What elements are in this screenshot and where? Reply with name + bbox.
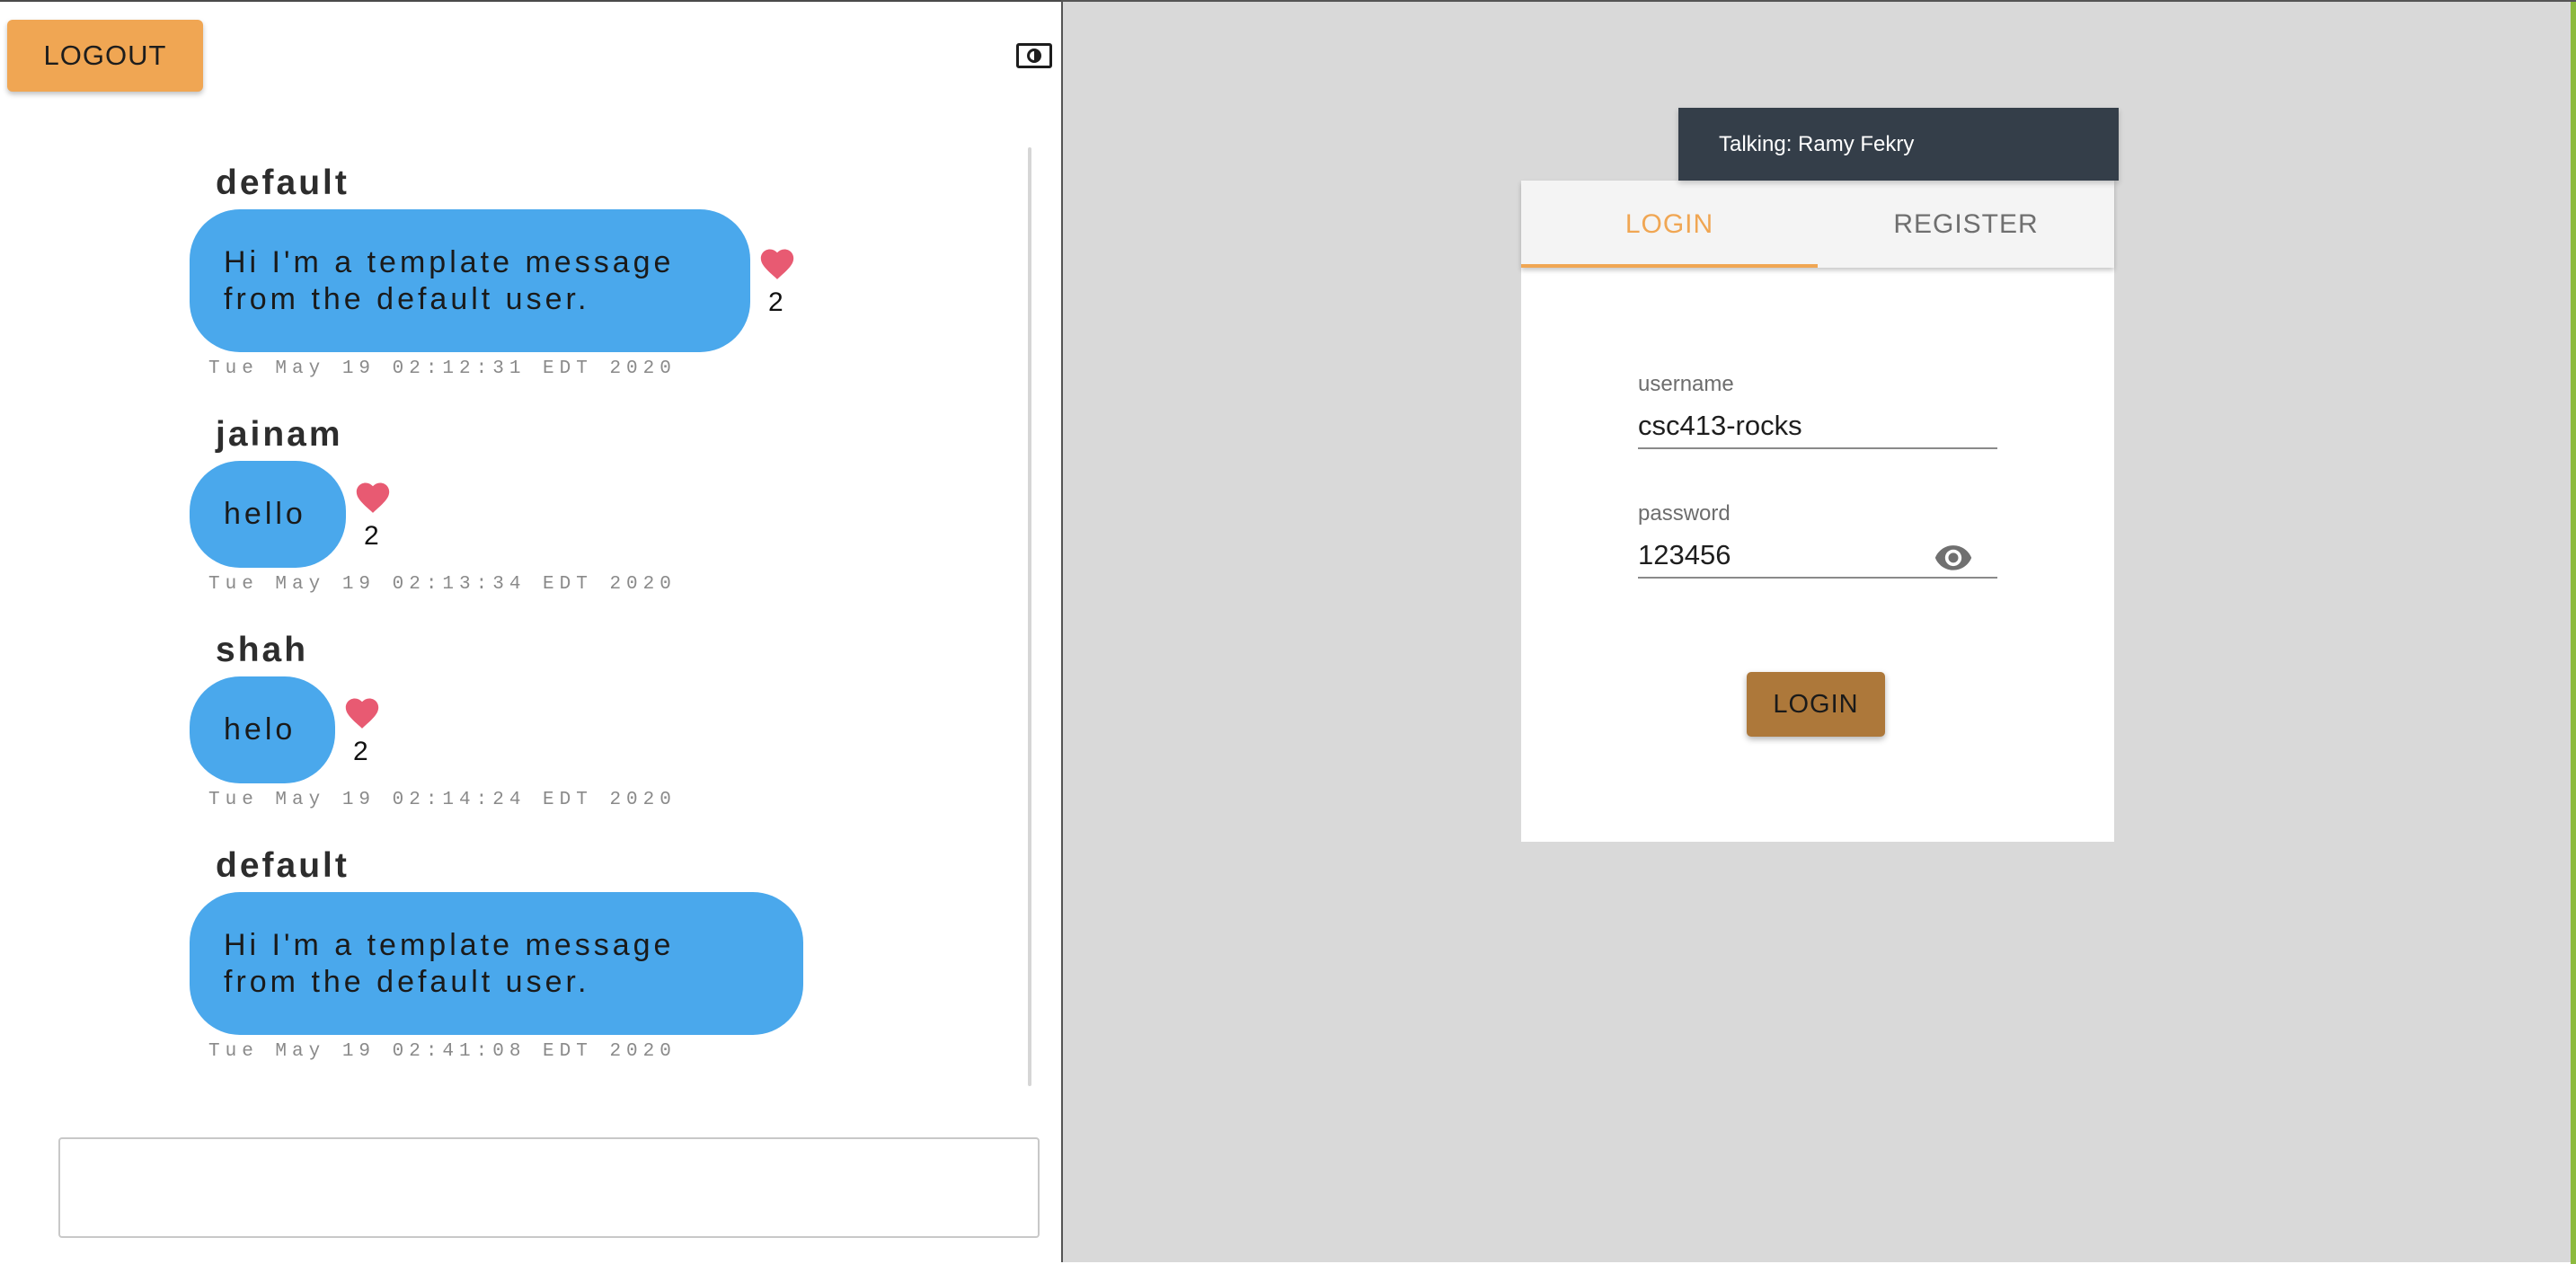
like-count: 2 [768, 287, 783, 317]
message-author: default [216, 846, 350, 885]
username-label: username [1638, 372, 1734, 396]
heart-icon[interactable] [342, 694, 382, 729]
accent-bar [2571, 2, 2576, 1264]
message-bubble: Hi I'm a template message from the defau… [190, 892, 803, 1035]
heart-icon[interactable] [757, 244, 797, 280]
message-author: default [216, 164, 350, 202]
eye-icon[interactable] [1934, 544, 1973, 570]
tab-login[interactable]: LOGIN [1521, 181, 1818, 268]
like-count: 2 [364, 521, 379, 551]
password-label: password [1638, 501, 1731, 526]
chat-scrollbar[interactable] [1028, 147, 1031, 1086]
message-author: jainam [216, 415, 343, 454]
login-card: LOGIN REGISTER [1521, 181, 2114, 842]
contrast-icon [1027, 49, 1041, 63]
message-timestamp: Tue May 19 02:12:31 EDT 2020 [208, 358, 677, 379]
message-author: shah [216, 631, 309, 669]
heart-icon[interactable] [353, 478, 393, 514]
talking-banner: Talking: Ramy Fekry [1678, 108, 2119, 181]
message-bubble: Hi I'm a template message from the defau… [190, 209, 750, 352]
login-submit-button[interactable]: LOGIN [1747, 672, 1885, 737]
message-timestamp: Tue May 19 02:14:24 EDT 2020 [208, 790, 677, 810]
username-field[interactable] [1638, 404, 1997, 449]
like-count: 2 [353, 737, 368, 766]
tab-register[interactable]: REGISTER [1818, 181, 2114, 268]
auth-tabs: LOGIN REGISTER [1521, 181, 2114, 268]
message-timestamp: Tue May 19 02:13:34 EDT 2020 [208, 574, 677, 595]
message-input[interactable] [58, 1137, 1040, 1238]
logout-button[interactable]: LOGOUT [7, 20, 203, 92]
message-bubble: hello [190, 461, 346, 568]
chat-panel: LOGOUT default Hi I'm a template message… [0, 0, 1061, 1262]
message-timestamp: Tue May 19 02:41:08 EDT 2020 [208, 1041, 677, 1062]
message-bubble: helo [190, 676, 335, 783]
theme-toggle-icon[interactable] [1016, 43, 1052, 68]
